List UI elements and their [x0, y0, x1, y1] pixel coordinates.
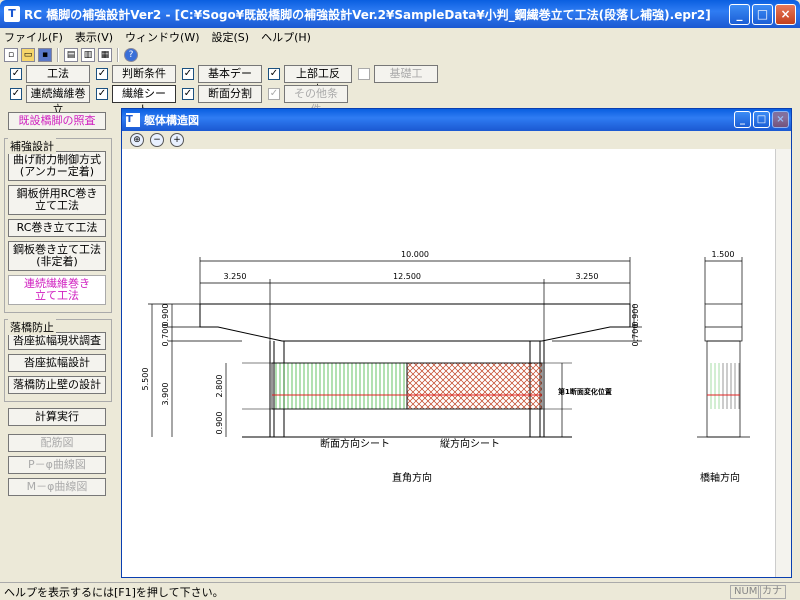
basic-data-button[interactable]: 基本データ: [198, 65, 262, 96]
zoom-toolbar: ⊕ − +: [122, 131, 791, 149]
checkbox-fiber-sheet[interactable]: ✓: [96, 88, 108, 100]
printer-setup-icon[interactable]: ▦: [98, 48, 112, 62]
v-0900a: 0.900: [161, 304, 170, 327]
pier-cap-beam: [199, 303, 631, 342]
method-button[interactable]: 工法: [26, 65, 90, 83]
reinforcement-design-group: 補強設計 曲げ耐力制御方式 (アンカー定着) 鋼板併用RC巻き 立て工法 RC巻…: [4, 138, 112, 313]
side-view-sheet: [710, 363, 740, 409]
checkbox-other-conditions[interactable]: ✓: [268, 88, 280, 100]
rebar-drawing-button[interactable]: 配筋図: [8, 434, 106, 452]
mdi-close-button[interactable]: ×: [772, 111, 789, 128]
checkbox-judgment[interactable]: ✓: [96, 68, 108, 80]
mdi-minimize-button[interactable]: _: [734, 111, 751, 128]
mdi-maximize-button[interactable]: □: [753, 111, 770, 128]
continuous-fiber-jacket-button[interactable]: 連続繊維巻き 立て工法: [8, 275, 106, 305]
title-bar: T RC 橋脚の補強設計Ver2 - [C:¥Sogo¥既設橋脚の補強設計Ver…: [0, 0, 800, 28]
menu-bar: ファイル(F) 表示(V) ウィンドウ(W) 設定(S) ヘルプ(H): [0, 28, 800, 46]
group-label-fall-prevention: 落橋防止: [8, 319, 56, 335]
bridge-fall-prevention-group: 落橋防止 沓座拡幅現状調査 沓座拡幅設計 落橋防止壁の設計: [4, 319, 112, 402]
cross-sheet-area: [275, 363, 405, 409]
print-preview-icon[interactable]: ▥: [81, 48, 95, 62]
label-section-change: 第1断面変化位置: [558, 387, 612, 396]
checkbox-superstructure[interactable]: ✓: [268, 68, 280, 80]
checkbox-continuous-fiber[interactable]: ✓: [10, 88, 22, 100]
rc-jacket-button[interactable]: RC巻き立て工法: [8, 219, 106, 237]
superstructure-reaction-button[interactable]: 上部工反力: [284, 65, 352, 96]
print-icon[interactable]: ▤: [64, 48, 78, 62]
vr-0900: 0.900: [631, 304, 640, 327]
minimize-button[interactable]: _: [729, 4, 750, 25]
checkbox-foundation[interactable]: [358, 68, 370, 80]
side-view: [697, 257, 750, 438]
judgment-button[interactable]: 判断条件: [112, 65, 176, 83]
menu-help[interactable]: ヘルプ(H): [261, 29, 311, 45]
dim-mid: 12.500: [393, 272, 421, 281]
status-text: ヘルプを表示するには[F1]を押して下さい。: [4, 585, 224, 599]
zoom-out-icon[interactable]: −: [150, 133, 164, 147]
open-folder-icon[interactable]: ▭: [21, 48, 35, 62]
checkbox-method[interactable]: ✓: [10, 68, 22, 80]
app-icon: T: [4, 6, 20, 22]
new-file-icon[interactable]: ▫: [4, 48, 18, 62]
label-sheet-cross: 断面方向シート: [320, 437, 390, 450]
maximize-button[interactable]: □: [752, 4, 773, 25]
v-5500: 5.500: [141, 368, 150, 391]
top-dimensions: [199, 257, 631, 349]
save-icon[interactable]: ▪: [38, 48, 52, 62]
options-row-1: ✓ 工法 ✓ 判断条件 ✓ 基本データ ✓ 上部工反力 基礎工: [0, 63, 444, 96]
menu-file[interactable]: ファイル(F): [4, 29, 63, 45]
checkbox-section-division[interactable]: ✓: [182, 88, 194, 100]
dim-side-top: 1.500: [712, 250, 735, 259]
vertical-sheet-hatch: [406, 362, 543, 410]
run-calculation-button[interactable]: 計算実行: [8, 408, 106, 426]
dim-total: 10.000: [401, 250, 429, 259]
status-num: NUM: [730, 585, 762, 599]
status-bar: ヘルプを表示するには[F1]を押して下さい。 NUM カナ: [0, 582, 800, 600]
vertical-scrollbar[interactable]: [775, 149, 791, 577]
seat-widening-design-button[interactable]: 沓座拡幅設計: [8, 354, 106, 372]
structure-drawing-window: T 躯体構造図 _ □ × ⊕ − + 10.000 3.250 12.500 …: [121, 108, 792, 578]
mdi-title: 躯体構造図: [144, 114, 199, 127]
zoom-in-icon[interactable]: +: [170, 133, 184, 147]
bending-control-button[interactable]: 曲げ耐力制御方式 (アンカー定着): [8, 151, 106, 181]
dim-left: 3.250: [224, 272, 247, 281]
other-conditions-button[interactable]: その他条件: [284, 85, 348, 116]
menu-view[interactable]: 表示(V): [75, 29, 113, 45]
menu-window[interactable]: ウィンドウ(W): [125, 29, 199, 45]
checkbox-basic-data[interactable]: ✓: [182, 68, 194, 80]
foundation-button[interactable]: 基礎工: [374, 65, 438, 83]
mdi-title-bar: T 躯体構造図 _ □ ×: [122, 109, 791, 131]
fall-prevention-wall-button[interactable]: 落橋防止壁の設計: [8, 376, 106, 394]
mdi-app-icon: T: [126, 113, 140, 127]
window-title: RC 橋脚の補強設計Ver2 - [C:¥Sogo¥既設橋脚の補強設計Ver.2…: [24, 7, 711, 22]
toolbar: ▫ ▭ ▪ ▤ ▥ ▦ ?: [0, 46, 800, 64]
options-row-2: ✓ 連続繊維巻立 ✓ 繊維シート ✓ 断面分割 ✓ その他条件: [0, 83, 354, 116]
label-front-view: 直角方向: [392, 471, 432, 484]
label-sheet-vert: 縦方向シート: [440, 437, 500, 450]
group-label-reinforcement: 補強設計: [8, 138, 56, 154]
m-phi-curve-button[interactable]: M－φ曲線図: [8, 478, 106, 496]
steel-plate-jacket-button[interactable]: 鋼板巻き立て工法 (非定着): [8, 241, 106, 271]
section-division-button[interactable]: 断面分割: [198, 85, 262, 103]
menu-settings[interactable]: 設定(S): [212, 29, 250, 45]
right-vertical-dimensions: [552, 304, 642, 437]
v-2800: 2.800: [215, 375, 224, 398]
status-kana: カナ: [758, 585, 786, 599]
v-0700: 0.700: [161, 324, 170, 347]
label-side-view: 橋軸方向: [700, 471, 740, 484]
close-button[interactable]: ×: [775, 4, 796, 25]
help-icon[interactable]: ?: [124, 48, 138, 62]
pier-structure-drawing: 10.000 3.250 12.500 3.250 5.500 3.900 0.…: [141, 250, 750, 484]
existing-pier-check-button[interactable]: 既設橋脚の照査: [8, 112, 106, 130]
left-panel: 既設橋脚の照査 補強設計 曲げ耐力制御方式 (アンカー定着) 鋼板併用RC巻き …: [4, 112, 112, 500]
fiber-sheet-button[interactable]: 繊維シート: [112, 85, 176, 116]
continuous-fiber-button[interactable]: 連続繊維巻立: [26, 85, 90, 116]
steel-rc-jacket-button[interactable]: 鋼板併用RC巻き 立て工法: [8, 185, 106, 215]
zoom-fit-icon[interactable]: ⊕: [130, 133, 144, 147]
vr-0700: 0.700: [631, 324, 640, 347]
p-phi-curve-button[interactable]: P－φ曲線図: [8, 456, 106, 474]
v-3900: 3.900: [161, 383, 170, 406]
dim-right: 3.250: [576, 272, 599, 281]
v-0900b: 0.900: [215, 412, 224, 435]
